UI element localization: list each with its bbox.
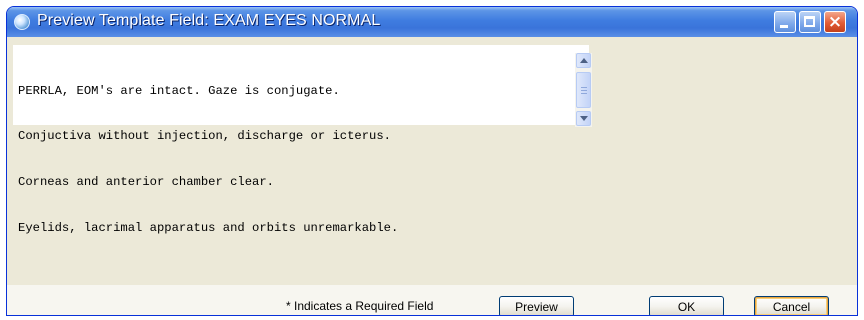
close-button[interactable]: × [824, 11, 846, 33]
dialog-window: Preview Template Field: EXAM EYES NORMAL… [6, 6, 858, 316]
chevron-up-icon [580, 58, 588, 63]
close-icon: × [827, 12, 843, 32]
required-field-note: * Indicates a Required Field [286, 299, 434, 313]
text-line: Conjuctiva without injection, discharge … [18, 129, 391, 144]
app-icon [14, 14, 30, 30]
title-bar[interactable]: Preview Template Field: EXAM EYES NORMAL… [7, 7, 857, 37]
text-line: Eyelids, lacrimal apparatus and orbits u… [18, 221, 399, 236]
grip-line [581, 90, 587, 91]
window-title: Preview Template Field: EXAM EYES NORMAL [37, 12, 381, 29]
maximize-button[interactable] [799, 11, 821, 33]
chevron-down-icon [580, 116, 588, 121]
grip-line [581, 87, 587, 88]
cancel-button[interactable]: Cancel [754, 296, 829, 315]
text-line: Corneas and anterior chamber clear. [18, 175, 274, 190]
preview-text-area[interactable]: PERRLA, EOM's are intact. Gaze is conjug… [13, 45, 592, 235]
scroll-up-button[interactable] [576, 53, 591, 68]
vertical-scrollbar[interactable] [575, 53, 592, 127]
preview-button[interactable]: Preview [499, 296, 574, 315]
scroll-down-button[interactable] [576, 111, 591, 126]
dialog-footer: * Indicates a Required Field Preview OK … [7, 285, 857, 315]
scroll-thumb[interactable] [576, 72, 591, 108]
minimize-button[interactable] [774, 11, 796, 33]
ok-button[interactable]: OK [649, 296, 724, 315]
text-line: PERRLA, EOM's are intact. Gaze is conjug… [18, 83, 340, 98]
preview-text: PERRLA, EOM's are intact. Gaze is conjug… [18, 53, 398, 267]
grip-line [581, 93, 587, 94]
